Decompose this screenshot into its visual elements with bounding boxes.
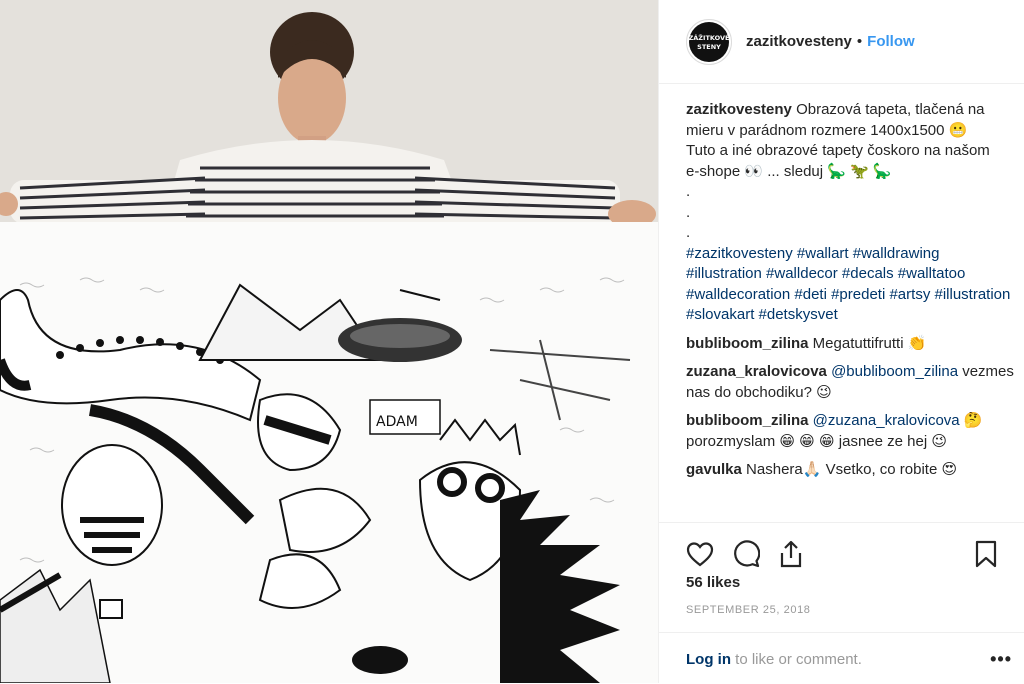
share-icon[interactable] [774, 537, 808, 571]
login-bar: Log in to like or comment. ••• [659, 632, 1024, 684]
caption-dot: . [686, 183, 691, 200]
login-prompt-rest: to like or comment. [731, 651, 862, 668]
avatar-logo-text-top: ZÁŽITKOVÉ [689, 33, 729, 42]
wallpaper-illustration-image: ADAM [0, 0, 658, 683]
post-header: ZÁŽITKOVÉ STENY zazitkovesteny • Follow [659, 0, 1024, 84]
caption-username[interactable]: zazitkovesteny [686, 101, 792, 118]
avatar-logo: ZÁŽITKOVÉ STENY [689, 21, 729, 62]
comment-username[interactable]: bubliboom_zilina [686, 412, 809, 429]
comment-text: Megatuttifrutti 👏 [812, 334, 927, 352]
comment: gavulka Nashera🙏🏻 Vsetko, co robite 😍 [686, 460, 1016, 481]
header-separator: • [856, 33, 863, 50]
caption-dot: . [686, 203, 691, 221]
comment-mention[interactable]: @bubliboom_zilina [831, 363, 958, 380]
bookmark-icon[interactable] [969, 537, 1003, 571]
instagram-post: ADAM ZÁŽITKOVÉ STENY zazitkovesteny • Fo… [0, 0, 1024, 683]
post-side-panel: ZÁŽITKOVÉ STENY zazitkovesteny • Follow … [658, 0, 1024, 683]
avatar-logo-text-bottom: STENY [697, 43, 721, 51]
caption-text-line3: e-shope 👀 ... sleduj 🦕 🦖 🦕 [686, 162, 892, 180]
caption-hashtags[interactable]: #zazitkovesteny #wallart #walldrawing #i… [686, 244, 1016, 326]
likes-count[interactable]: 56 likes [686, 574, 740, 591]
svg-text:ADAM: ADAM [376, 414, 418, 430]
post-photo[interactable]: ADAM [0, 0, 658, 683]
post-actions: 56 likes SEPTEMBER 25, 2018 Log in to li… [659, 522, 1024, 683]
login-link[interactable]: Log in [686, 651, 731, 668]
comments-list: zazitkovesteny Obrazová tapeta, tlačená … [686, 100, 1016, 489]
comment-username[interactable]: gavulka [686, 461, 742, 478]
heart-icon[interactable] [683, 537, 717, 571]
caption-text-line2: Tuto a iné obrazové tapety čoskoro na na… [686, 142, 990, 159]
login-prompt: Log in to like or comment. [686, 651, 862, 668]
comment-mention[interactable]: @zuzana_kralovicova [813, 412, 960, 429]
follow-button[interactable]: Follow [867, 33, 915, 50]
comment-text: Nashera🙏🏻 Vsetko, co robite 😍 [746, 461, 958, 478]
header-username[interactable]: zazitkovesteny [746, 33, 852, 50]
action-icons [683, 537, 1003, 571]
comment-icon[interactable] [729, 537, 763, 571]
caption: zazitkovesteny Obrazová tapeta, tlačená … [686, 100, 1016, 326]
more-options-icon[interactable]: ••• [990, 649, 1012, 670]
comment: zuzana_kralovicova @bubliboom_zilina vez… [686, 362, 1016, 403]
comment-username[interactable]: bubliboom_zilina [686, 335, 809, 352]
avatar[interactable]: ZÁŽITKOVÉ STENY [686, 18, 732, 65]
comment-username[interactable]: zuzana_kralovicova [686, 363, 827, 380]
post-date: SEPTEMBER 25, 2018 [686, 604, 811, 616]
comment: bubliboom_zilina @zuzana_kralovicova 🤔 p… [686, 411, 1016, 452]
comment: bubliboom_zilina Megatuttifrutti 👏 [686, 334, 1016, 355]
caption-dot: . [686, 224, 691, 241]
